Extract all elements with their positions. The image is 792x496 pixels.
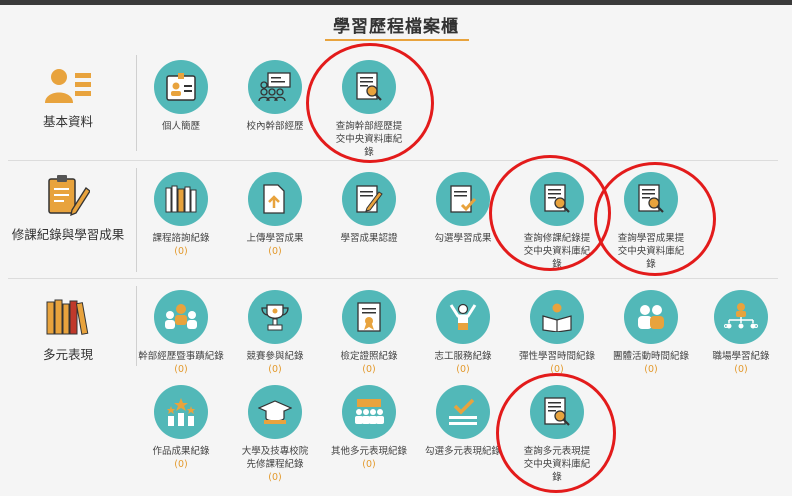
item-count: (0) [268,364,282,375]
cheering-person-icon [436,290,490,344]
results-certification-item[interactable]: 學習成果認證 [323,172,415,245]
audience-icon [342,385,396,439]
top-bar [0,0,792,5]
advanced-courses-item[interactable]: 大學及技專校院先修課程紀錄 (0) [229,385,321,484]
item-label: 查詢多元表現提交中央資料庫紀錄 [523,446,591,483]
item-count: (0) [456,364,470,375]
select-results-item[interactable]: 勾選學習成果 [417,172,509,245]
item-label: 團體活動時間紀錄 [612,351,689,362]
item-count: (0) [174,246,188,257]
item-label: 大學及技專校院先修課程紀錄 [241,446,309,470]
team-icon [624,290,678,344]
books-icon [154,172,208,226]
document-search-icon [624,172,678,226]
item-label: 其他多元表現紀錄 [330,446,407,457]
title-underline [325,39,469,41]
item-label: 競賽參與紀錄 [246,351,304,362]
item-label: 檢定證照紀錄 [340,351,398,362]
document-check-icon [436,172,490,226]
other-performance-item[interactable]: 其他多元表現紀錄 (0) [323,385,415,471]
workplace-learning-item[interactable]: 職場學習紀錄 (0) [695,290,787,376]
query-results-submission-item[interactable]: 查詢學習成果提交中央資料庫紀錄 [605,172,697,271]
item-label: 課程諮詢紀錄 [152,233,210,244]
item-count: (0) [174,459,188,470]
competition-item[interactable]: 競賽參與紀錄 (0) [229,290,321,376]
trophy-icon [248,290,302,344]
bookshelf-icon [46,299,89,335]
item-label: 校內幹部經歷 [246,121,304,132]
graduation-cap-icon [248,385,302,439]
item-count: (0) [174,364,188,375]
item-label: 幹部經歷暨事蹟紀錄 [138,351,224,362]
query-performance-submission-item[interactable]: 查詢多元表現提交中央資料庫紀錄 [511,385,603,484]
section-courses: 修課紀錄與學習成果 [0,174,136,243]
section-label: 修課紀錄與學習成果 [11,227,125,242]
document-sign-icon [342,172,396,226]
cadre-deeds-item[interactable]: 幹部經歷暨事蹟紀錄 (0) [135,290,227,376]
item-label: 職場學習紀錄 [712,351,770,362]
section-label: 多元表現 [42,347,93,362]
item-label: 查詢學習成果提交中央資料庫紀錄 [617,233,685,270]
star-awards-icon [154,385,208,439]
course-counseling-item[interactable]: 課程諮詢紀錄 (0) [135,172,227,258]
clipboard-pencil-icon [48,175,90,216]
item-label: 作品成果紀錄 [152,446,210,457]
group-presentation-icon [248,60,302,114]
reading-person-icon [530,290,584,344]
item-count: (0) [644,364,658,375]
document-search-icon [530,172,584,226]
item-label: 勾選多元表現紀錄 [424,446,501,457]
profile-card-icon [45,69,91,103]
certificate-item[interactable]: 檢定證照紀錄 (0) [323,290,415,376]
upload-document-icon [248,172,302,226]
org-chart-icon [714,290,768,344]
flexible-learning-item[interactable]: 彈性學習時間紀錄 (0) [511,290,603,376]
item-label: 志工服務紀錄 [434,351,492,362]
query-course-submission-item[interactable]: 查詢修課紀錄提交中央資料庫紀錄 [511,172,603,271]
personal-resume-item[interactable]: 個人簡歷 [135,60,227,133]
volunteer-item[interactable]: 志工服務紀錄 (0) [417,290,509,376]
document-search-icon [342,60,396,114]
item-label: 查詢修課紀錄提交中央資料庫紀錄 [523,233,591,270]
works-results-item[interactable]: 作品成果紀錄 (0) [135,385,227,471]
page-title: 學習歷程檔案櫃 [333,17,459,37]
item-label: 學習成果認證 [340,233,398,244]
item-count: (0) [268,472,282,483]
item-count: (0) [734,364,748,375]
certificate-icon [342,290,396,344]
leader-group-icon [154,290,208,344]
section-label: 基本資料 [42,114,93,129]
item-count: (0) [362,364,376,375]
item-label: 查詢幹部經歷提交中央資料庫紀錄 [335,121,403,158]
group-activity-item[interactable]: 團體活動時間紀錄 (0) [605,290,697,376]
section-performance: 多元表現 [0,298,136,363]
document-search-icon [530,385,584,439]
section-basic: 基本資料 [0,67,136,130]
section-divider [8,278,778,279]
checklist-icon [436,385,490,439]
item-count: (0) [550,364,564,375]
item-label: 上傳學習成果 [246,233,304,244]
item-count: (0) [268,246,282,257]
school-cadre-item[interactable]: 校內幹部經歷 [229,60,321,133]
query-cadre-submission-item[interactable]: 查詢幹部經歷提交中央資料庫紀錄 [323,60,415,159]
upload-results-item[interactable]: 上傳學習成果 (0) [229,172,321,258]
section-divider [8,160,778,161]
item-label: 個人簡歷 [161,121,200,132]
item-label: 彈性學習時間紀錄 [518,351,595,362]
item-label: 勾選學習成果 [434,233,492,244]
id-badge-icon [154,60,208,114]
item-count: (0) [362,459,376,470]
select-performance-item[interactable]: 勾選多元表現紀錄 [417,385,509,458]
